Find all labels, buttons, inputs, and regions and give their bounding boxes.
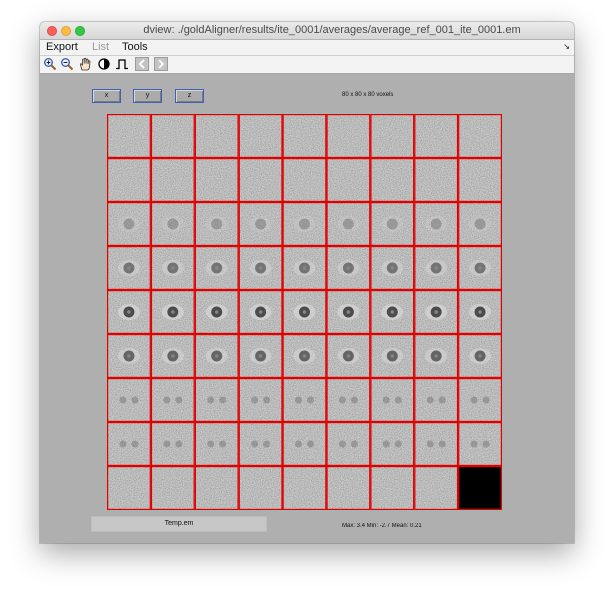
menu-export[interactable]: Export [46, 40, 78, 55]
contrast-icon[interactable] [97, 57, 111, 71]
zoom-in-icon[interactable] [43, 57, 57, 71]
maximize-button[interactable] [75, 26, 85, 36]
axis-z-button[interactable]: z [175, 89, 204, 103]
previous-icon[interactable] [135, 57, 149, 71]
menu-bar: Export List Tools ↘ [40, 40, 574, 56]
axis-x-button[interactable]: x [92, 89, 121, 103]
window-title: dview: ./goldAligner/results/ite_0001/av… [143, 24, 521, 36]
slice-montage[interactable] [107, 114, 502, 510]
next-icon[interactable] [154, 57, 168, 71]
intensity-stats: Max: 3.4 Min: -2.7 Mean: 0.21 [342, 523, 422, 529]
threshold-icon[interactable] [115, 57, 129, 71]
resize-corner-icon[interactable]: ↘ [563, 42, 570, 51]
zoom-out-icon[interactable] [60, 57, 74, 71]
volume-dimensions-label: 80 x 80 x 80 voxels [342, 92, 394, 98]
title-bar[interactable]: dview: ./goldAligner/results/ite_0001/av… [40, 22, 574, 40]
minimize-button[interactable] [61, 26, 71, 36]
pan-hand-icon[interactable] [78, 57, 92, 71]
dview-window: dview: ./goldAligner/results/ite_0001/av… [40, 22, 574, 543]
filename-field[interactable]: Temp.em [91, 516, 267, 532]
menu-tools[interactable]: Tools [122, 40, 148, 55]
toolbar [40, 56, 574, 74]
menu-list[interactable]: List [92, 40, 109, 55]
axis-y-button[interactable]: y [133, 89, 162, 103]
empty-slice-cell [458, 466, 502, 510]
close-button[interactable] [47, 26, 57, 36]
